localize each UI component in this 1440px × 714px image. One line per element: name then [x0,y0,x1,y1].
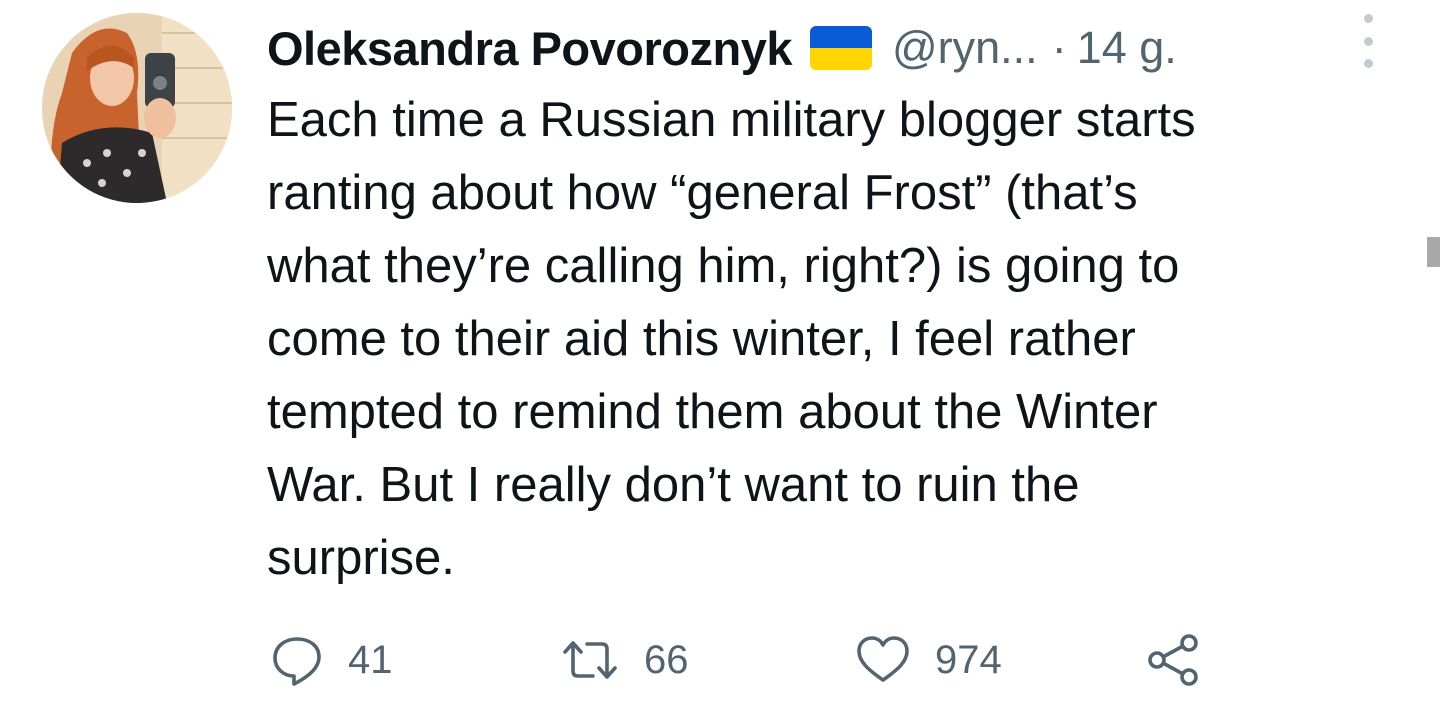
like-button[interactable]: 974 [855,628,1002,692]
separator-dot: · [1051,22,1067,73]
retweet-icon [563,641,617,679]
author-handle[interactable]: @ryn... [892,22,1038,74]
share-icon [1148,634,1198,686]
avatar[interactable] [42,13,232,203]
tweet-header: Oleksandra Povoroznyk @ryn... · 14 g. [267,18,1177,78]
avatar-photo [42,13,232,203]
heart-icon [857,636,909,682]
retweet-button[interactable]: 66 [560,628,689,692]
scrollbar-thumb[interactable] [1427,237,1440,267]
tweet-actions: 41 66 974 [270,628,1270,692]
retweet-count: 66 [644,637,689,682]
author-name[interactable]: Oleksandra Povoroznyk [267,21,792,76]
reply-button[interactable]: 41 [270,628,393,692]
more-options-icon[interactable] [1356,14,1380,68]
tweet: Oleksandra Povoroznyk @ryn... · 14 g. Ea… [0,0,1440,714]
share-button[interactable] [1145,628,1203,692]
ukraine-flag-icon [809,26,872,70]
tweet-text: Each time a Russian military blogger sta… [267,93,1196,585]
tweet-timestamp[interactable]: 14 g. [1077,22,1177,74]
reply-count: 41 [348,637,393,682]
like-count: 974 [935,637,1002,682]
reply-icon [273,637,321,686]
